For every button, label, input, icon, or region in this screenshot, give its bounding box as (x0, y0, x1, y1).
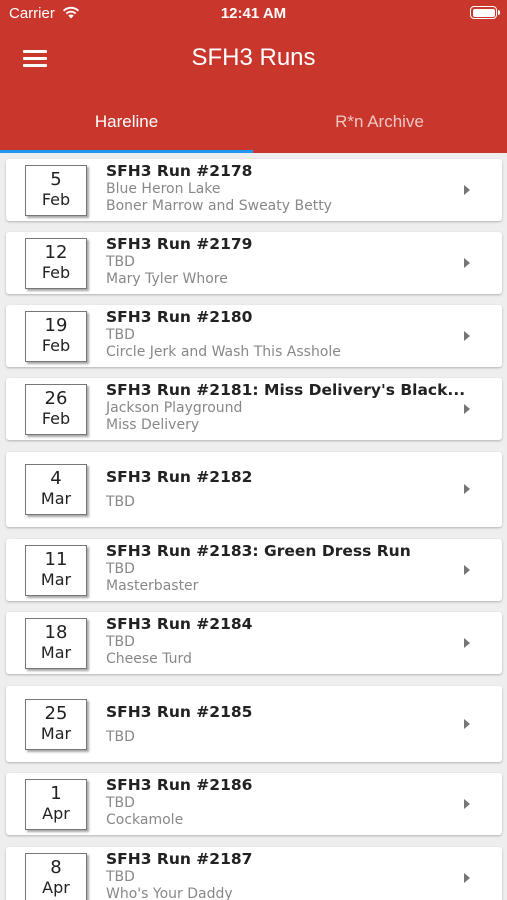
app-header: Carrier 12:41 AM SFH3 Runs Hareline R*n … (0, 0, 507, 153)
date-month: Feb (41, 263, 71, 282)
run-location: TBD (106, 795, 135, 811)
date-badge: 12 Feb (25, 238, 87, 289)
run-location: Jackson Playground (106, 400, 243, 416)
battery-icon (470, 6, 500, 19)
run-title: SFH3 Run #2180 (106, 308, 253, 326)
run-card[interactable]: 5 Feb SFH3 Run #2178 Blue Heron Lake Bon… (6, 159, 502, 221)
date-day: 12 (44, 242, 68, 263)
status-bar: Carrier 12:41 AM (0, 0, 507, 28)
run-location: TBD (106, 494, 135, 510)
run-list: 5 Feb SFH3 Run #2178 Blue Heron Lake Bon… (0, 153, 507, 900)
date-day: 1 (50, 783, 62, 804)
date-badge: 4 Mar (25, 464, 87, 515)
run-title: SFH3 Run #2187 (106, 850, 253, 868)
date-badge: 5 Feb (25, 165, 87, 216)
date-badge: 26 Feb (25, 384, 87, 435)
run-hares: Masterbaster (106, 578, 199, 594)
run-card[interactable]: 18 Mar SFH3 Run #2184 TBD Cheese Turd (6, 612, 502, 674)
run-location: TBD (106, 634, 135, 650)
chevron-right-icon (464, 799, 470, 809)
date-day: 8 (50, 857, 62, 878)
chevron-right-icon (464, 484, 470, 494)
date-badge: 11 Mar (25, 545, 87, 596)
run-card[interactable]: 4 Mar SFH3 Run #2182 TBD (6, 452, 502, 527)
run-hares: Boner Marrow and Sweaty Betty (106, 198, 332, 214)
date-month: Mar (40, 570, 72, 589)
tab-hareline[interactable]: Hareline (0, 100, 253, 153)
date-month: Mar (40, 643, 72, 662)
date-day: 26 (44, 388, 68, 409)
run-card[interactable]: 8 Apr SFH3 Run #2187 TBD Who's Your Dadd… (6, 847, 502, 900)
run-title: SFH3 Run #2185 (106, 703, 253, 721)
date-badge: 19 Feb (25, 311, 87, 362)
date-badge: 1 Apr (25, 779, 87, 830)
run-location: Blue Heron Lake (106, 181, 221, 197)
date-month: Feb (41, 336, 71, 355)
date-badge: 8 Apr (25, 853, 87, 900)
date-day: 5 (50, 169, 62, 190)
run-card[interactable]: 26 Feb SFH3 Run #2181: Miss Delivery's B… (6, 378, 502, 440)
date-day: 19 (44, 315, 68, 336)
date-month: Apr (42, 878, 70, 897)
run-location: TBD (106, 869, 135, 885)
run-title: SFH3 Run #2181: Miss Delivery's Black... (106, 381, 466, 399)
run-hares: Circle Jerk and Wash This Asshole (106, 344, 341, 360)
chevron-right-icon (464, 873, 470, 883)
run-location: TBD (106, 729, 135, 745)
run-card[interactable]: 1 Apr SFH3 Run #2186 TBD Cockamole (6, 773, 502, 835)
date-badge: 25 Mar (25, 699, 87, 750)
chevron-right-icon (464, 719, 470, 729)
run-location: TBD (106, 561, 135, 577)
run-hares: Mary Tyler Whore (106, 271, 228, 287)
run-card[interactable]: 19 Feb SFH3 Run #2180 TBD Circle Jerk an… (6, 305, 502, 367)
run-title: SFH3 Run #2179 (106, 235, 253, 253)
chevron-right-icon (464, 404, 470, 414)
run-title: SFH3 Run #2178 (106, 162, 253, 180)
run-title: SFH3 Run #2184 (106, 615, 253, 633)
date-month: Apr (42, 804, 70, 823)
chevron-right-icon (464, 331, 470, 341)
run-hares: Cheese Turd (106, 651, 192, 667)
page-title: SFH3 Runs (191, 44, 316, 71)
run-title: SFH3 Run #2186 (106, 776, 253, 794)
run-card[interactable]: 11 Mar SFH3 Run #2183: Green Dress Run T… (6, 539, 502, 601)
date-day: 18 (44, 622, 68, 643)
run-location: TBD (106, 327, 135, 343)
run-hares: Cockamole (106, 812, 184, 828)
tab-run-archive[interactable]: R*n Archive (253, 100, 506, 153)
date-day: 11 (44, 549, 68, 570)
chevron-right-icon (464, 638, 470, 648)
chevron-right-icon (464, 565, 470, 575)
tab-bar: Hareline R*n Archive (0, 100, 507, 153)
date-month: Mar (40, 489, 72, 508)
run-hares: Miss Delivery (106, 417, 200, 433)
run-hares: Who's Your Daddy (106, 886, 233, 900)
date-day: 25 (44, 703, 68, 724)
chevron-right-icon (464, 258, 470, 268)
run-title: SFH3 Run #2183: Green Dress Run (106, 542, 411, 560)
status-time: 12:41 AM (220, 5, 287, 22)
date-badge: 18 Mar (25, 618, 87, 669)
run-location: TBD (106, 254, 135, 270)
run-card[interactable]: 12 Feb SFH3 Run #2179 TBD Mary Tyler Who… (6, 232, 502, 294)
chevron-right-icon (464, 185, 470, 195)
date-day: 4 (50, 468, 62, 489)
run-title: SFH3 Run #2182 (106, 468, 253, 486)
date-month: Feb (41, 190, 71, 209)
date-month: Feb (41, 409, 71, 428)
date-month: Mar (40, 724, 72, 743)
run-card[interactable]: 25 Mar SFH3 Run #2185 TBD (6, 686, 502, 762)
